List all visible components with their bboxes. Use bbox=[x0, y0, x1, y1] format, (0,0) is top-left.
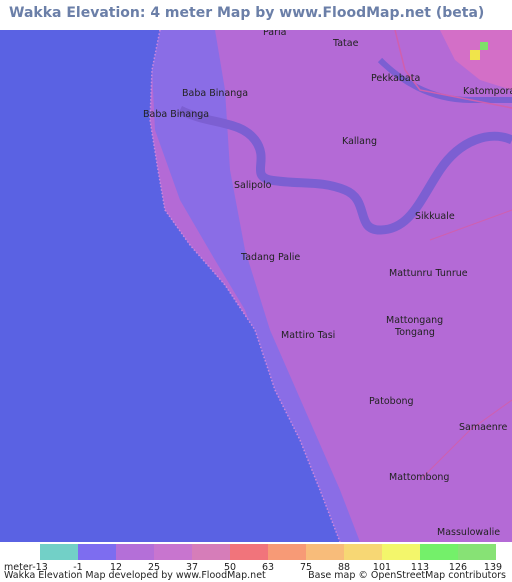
legend-swatch bbox=[306, 544, 344, 560]
place-label: Kallang bbox=[342, 136, 377, 147]
elevation-map[interactable]: Paria Tatae Pekkabata Katomporang Baba B… bbox=[0, 30, 512, 542]
legend-swatch bbox=[268, 544, 306, 560]
legend-swatch bbox=[230, 544, 268, 560]
place-label: Samaenre bbox=[459, 422, 507, 433]
place-label: Massulowalie bbox=[437, 527, 500, 538]
attribution-text: Base map © OpenStreetMap contributors bbox=[308, 570, 506, 581]
place-label: Katomporang bbox=[463, 86, 512, 97]
legend-swatch bbox=[382, 544, 420, 560]
legend-swatch bbox=[116, 544, 154, 560]
legend-swatch bbox=[40, 544, 78, 560]
place-label: Sikkuale bbox=[415, 211, 455, 222]
legend-swatches bbox=[40, 544, 496, 560]
place-label: Patobong bbox=[369, 396, 414, 407]
place-label: Baba Binanga bbox=[182, 88, 248, 99]
legend-swatch bbox=[344, 544, 382, 560]
legend-swatch bbox=[154, 544, 192, 560]
place-label: Baba Binanga bbox=[143, 109, 209, 120]
place-label: Mattombong bbox=[389, 472, 449, 483]
place-label: Pekkabata bbox=[371, 73, 420, 84]
place-label: Mattongang bbox=[386, 315, 443, 326]
page-title: Wakka Elevation: 4 meter Map by www.Floo… bbox=[9, 5, 485, 21]
place-label: Mattiro Tasi bbox=[281, 330, 335, 341]
place-label: Tatae bbox=[332, 38, 359, 49]
place-label: Paria bbox=[263, 30, 287, 38]
place-label: Salipolo bbox=[234, 180, 272, 191]
elevation-legend: meter -13 -1 12 25 37 50 63 75 88 101 11… bbox=[0, 542, 512, 582]
legend-swatch bbox=[78, 544, 116, 560]
peak-area-green bbox=[480, 42, 488, 50]
title-bar: Wakka Elevation: 4 meter Map by www.Floo… bbox=[0, 0, 512, 30]
legend-swatch bbox=[458, 544, 496, 560]
credit-text: Wakka Elevation Map developed by www.Flo… bbox=[4, 570, 266, 581]
place-label: Tadang Palie bbox=[240, 252, 300, 263]
map-canvas[interactable]: Paria Tatae Pekkabata Katomporang Baba B… bbox=[0, 30, 512, 542]
peak-area bbox=[470, 50, 480, 60]
legend-swatch bbox=[420, 544, 458, 560]
place-label: Tongang bbox=[394, 327, 435, 338]
legend-swatch bbox=[192, 544, 230, 560]
place-label: Mattunru Tunrue bbox=[389, 268, 468, 279]
